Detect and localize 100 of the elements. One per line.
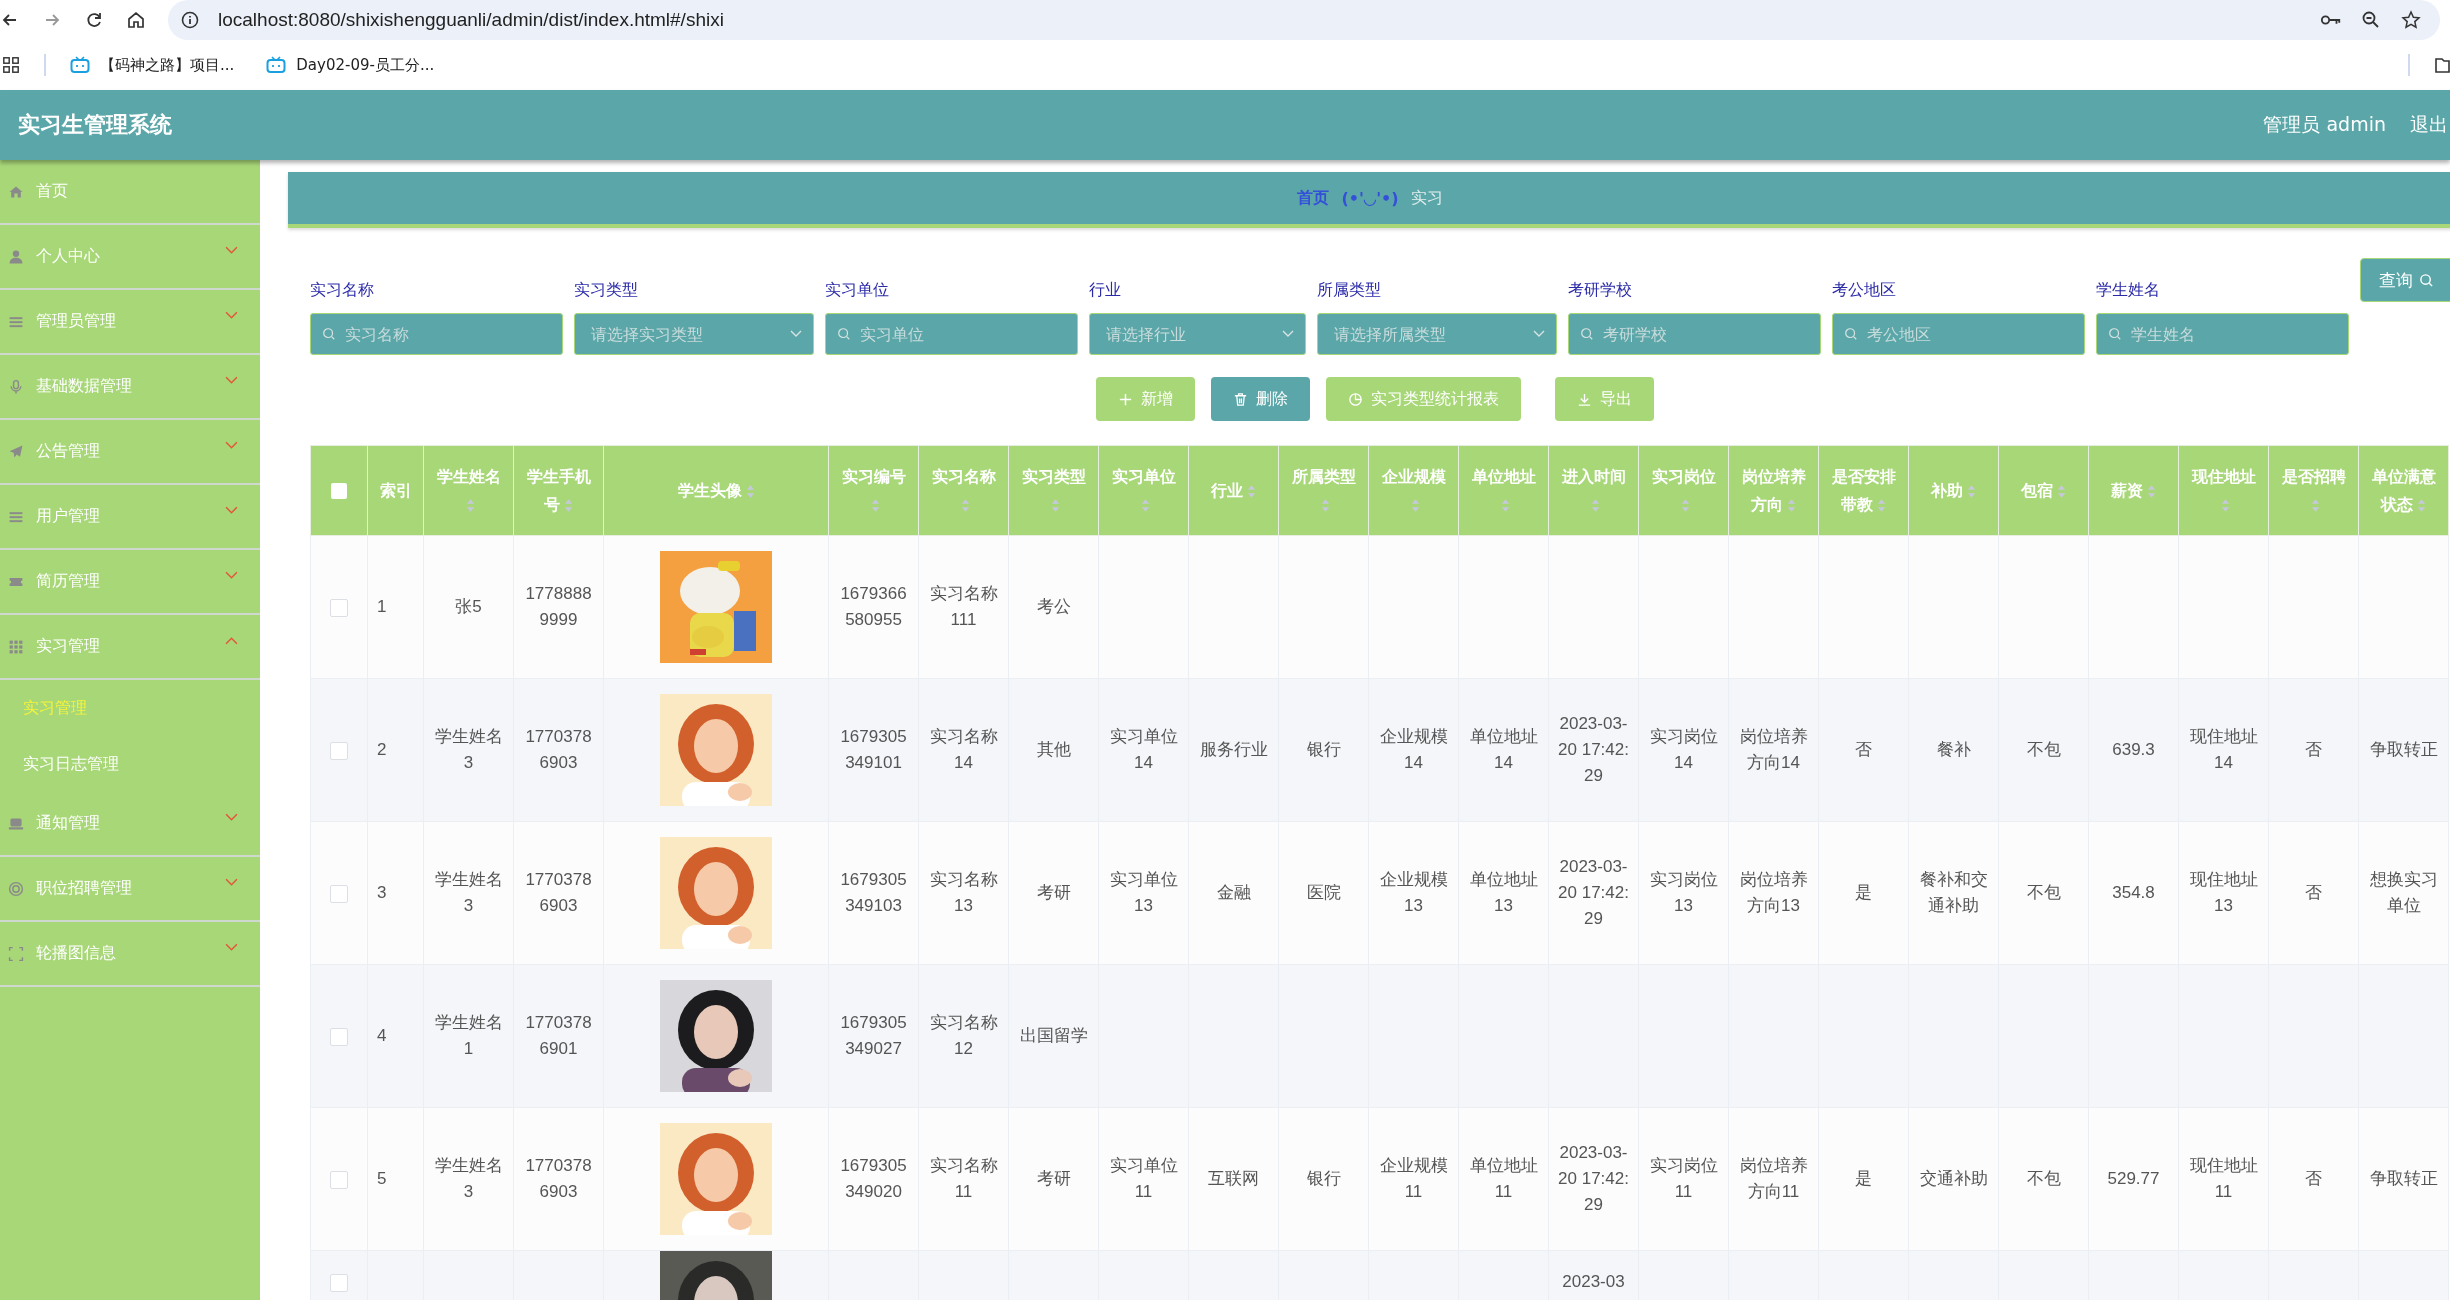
- sort-icon[interactable]: [2221, 497, 2230, 513]
- sort-icon[interactable]: [2417, 497, 2426, 513]
- sidebar-item[interactable]: 轮播图信息: [0, 922, 260, 987]
- column-header[interactable]: 是否安排带教: [1818, 445, 1909, 536]
- sort-icon[interactable]: [1501, 497, 1510, 513]
- home-icon[interactable]: [126, 10, 146, 30]
- sort-icon[interactable]: [466, 497, 475, 513]
- column-header[interactable]: 现住地址: [2178, 445, 2269, 536]
- select-field[interactable]: 请选择实习类型: [574, 313, 814, 355]
- sort-icon[interactable]: [1877, 497, 1886, 513]
- table-cell: 639.3: [2088, 678, 2179, 822]
- info-icon[interactable]: [180, 10, 200, 30]
- table-cell: 单位地址11: [1458, 1107, 1549, 1251]
- sort-icon[interactable]: [1681, 497, 1690, 513]
- filter-label: 所属类型: [1317, 280, 1382, 301]
- person-icon: [8, 248, 24, 265]
- column-header[interactable]: 实习名称: [918, 445, 1009, 536]
- search-field[interactable]: 实习名称: [310, 313, 563, 355]
- sort-icon[interactable]: [1591, 497, 1600, 513]
- search-field[interactable]: 学生姓名: [2096, 313, 2349, 355]
- sort-icon[interactable]: [1141, 497, 1150, 513]
- logout-link[interactable]: 退出: [2410, 112, 2448, 138]
- column-header[interactable]: 进入时间: [1548, 445, 1639, 536]
- sort-icon[interactable]: [745, 483, 755, 499]
- breadcrumb-home-link[interactable]: 首页: [1297, 187, 1330, 209]
- column-header[interactable]: 单位满意状态: [2358, 445, 2449, 536]
- sort-icon[interactable]: [1051, 497, 1060, 513]
- reload-icon[interactable]: [84, 10, 104, 30]
- sort-icon[interactable]: [871, 497, 880, 513]
- table-cell: 餐补和交通补助: [1908, 821, 1999, 965]
- apps-grid-icon[interactable]: [2, 56, 20, 74]
- search-icon: [2108, 327, 2122, 341]
- table-cell: 1679366580955: [828, 535, 919, 679]
- search-field[interactable]: 实习单位: [825, 313, 1078, 355]
- column-header[interactable]: 实习类型: [1008, 445, 1099, 536]
- sidebar-item[interactable]: 首页: [0, 160, 260, 225]
- sidebar-item[interactable]: 基础数据管理: [0, 355, 260, 420]
- sidebar-item[interactable]: 公告管理: [0, 420, 260, 485]
- column-header[interactable]: 学生头像: [603, 445, 829, 536]
- sidebar-item[interactable]: 职位招聘管理: [0, 857, 260, 922]
- sort-icon[interactable]: [2057, 483, 2066, 499]
- sidebar-item[interactable]: 管理员管理: [0, 290, 260, 355]
- column-header[interactable]: 补助: [1908, 445, 1999, 536]
- sort-icon[interactable]: [961, 497, 970, 513]
- column-header[interactable]: 学生手机号: [513, 445, 604, 536]
- address-bar[interactable]: localhost:8080/shixishengguanli/admin/dist/index.html#/shixi: [168, 0, 2440, 40]
- select-all-checkbox[interactable]: [331, 483, 347, 499]
- table-cell: 1679305349027: [828, 964, 919, 1108]
- bookmark[interactable]: 【码神之路】项目...: [70, 55, 235, 75]
- table-cell: 医院: [1278, 821, 1369, 965]
- table-cell: 17703786901: [513, 964, 604, 1108]
- row-checkbox[interactable]: [330, 1027, 348, 1046]
- sidebar-item[interactable]: 用户管理: [0, 485, 260, 550]
- column-header[interactable]: 薪资: [2088, 445, 2179, 536]
- sort-icon[interactable]: [1967, 483, 1976, 499]
- sidebar-item[interactable]: 通知管理: [0, 792, 260, 857]
- export-button[interactable]: 导出: [1555, 377, 1654, 421]
- submenu-item[interactable]: 实习日志管理: [0, 736, 260, 792]
- table-cell: 否: [2268, 1107, 2359, 1251]
- row-checkbox[interactable]: [330, 1273, 348, 1292]
- search-field[interactable]: 考公地区: [1832, 313, 2085, 355]
- column-header[interactable]: 行业: [1188, 445, 1279, 536]
- sort-icon[interactable]: [564, 497, 573, 513]
- sidebar-item[interactable]: 简历管理: [0, 550, 260, 615]
- sort-icon[interactable]: [1411, 497, 1420, 513]
- sidebar-item[interactable]: 个人中心: [0, 225, 260, 290]
- table-cell: 岗位培养方向13: [1728, 821, 1819, 965]
- select-field[interactable]: 请选择行业: [1089, 313, 1306, 355]
- sort-icon[interactable]: [1787, 497, 1796, 513]
- submenu-item[interactable]: 实习管理: [0, 680, 260, 736]
- search-field[interactable]: 考研学校: [1568, 313, 1821, 355]
- column-header[interactable]: 实习编号: [828, 445, 919, 536]
- sidebar-item[interactable]: 实习管理: [0, 615, 260, 680]
- column-header[interactable]: 实习岗位: [1638, 445, 1729, 536]
- column-header[interactable]: 企业规模: [1368, 445, 1459, 536]
- sort-icon[interactable]: [1321, 497, 1330, 513]
- row-checkbox[interactable]: [330, 884, 348, 903]
- star-icon[interactable]: [2400, 10, 2422, 30]
- search-button[interactable]: 查询: [2360, 258, 2450, 302]
- delete-button[interactable]: 删除: [1211, 377, 1310, 421]
- column-header[interactable]: 是否招聘: [2268, 445, 2359, 536]
- sort-icon[interactable]: [2147, 483, 2156, 499]
- table-cell: 17788889999: [513, 535, 604, 679]
- column-header[interactable]: 学生姓名: [423, 445, 514, 536]
- chart-button[interactable]: 实习类型统计报表: [1326, 377, 1521, 421]
- select-field[interactable]: 请选择所属类型: [1317, 313, 1557, 355]
- sort-icon[interactable]: [1247, 483, 1256, 499]
- row-checkbox[interactable]: [330, 1170, 348, 1189]
- column-header[interactable]: 单位地址: [1458, 445, 1549, 536]
- table-cell: 出国留学: [1008, 964, 1099, 1108]
- add-button[interactable]: 新增: [1096, 377, 1195, 421]
- row-checkbox[interactable]: [330, 598, 348, 617]
- sort-icon[interactable]: [2311, 497, 2320, 513]
- column-header[interactable]: 实习单位: [1098, 445, 1189, 536]
- bookmark[interactable]: Day02-09-员工分...: [266, 55, 435, 75]
- column-header[interactable]: 包宿: [1998, 445, 2089, 536]
- row-checkbox[interactable]: [330, 741, 348, 760]
- folder-icon[interactable]: [2434, 56, 2450, 74]
- column-header[interactable]: 所属类型: [1278, 445, 1369, 536]
- column-header[interactable]: 岗位培养方向: [1728, 445, 1819, 536]
